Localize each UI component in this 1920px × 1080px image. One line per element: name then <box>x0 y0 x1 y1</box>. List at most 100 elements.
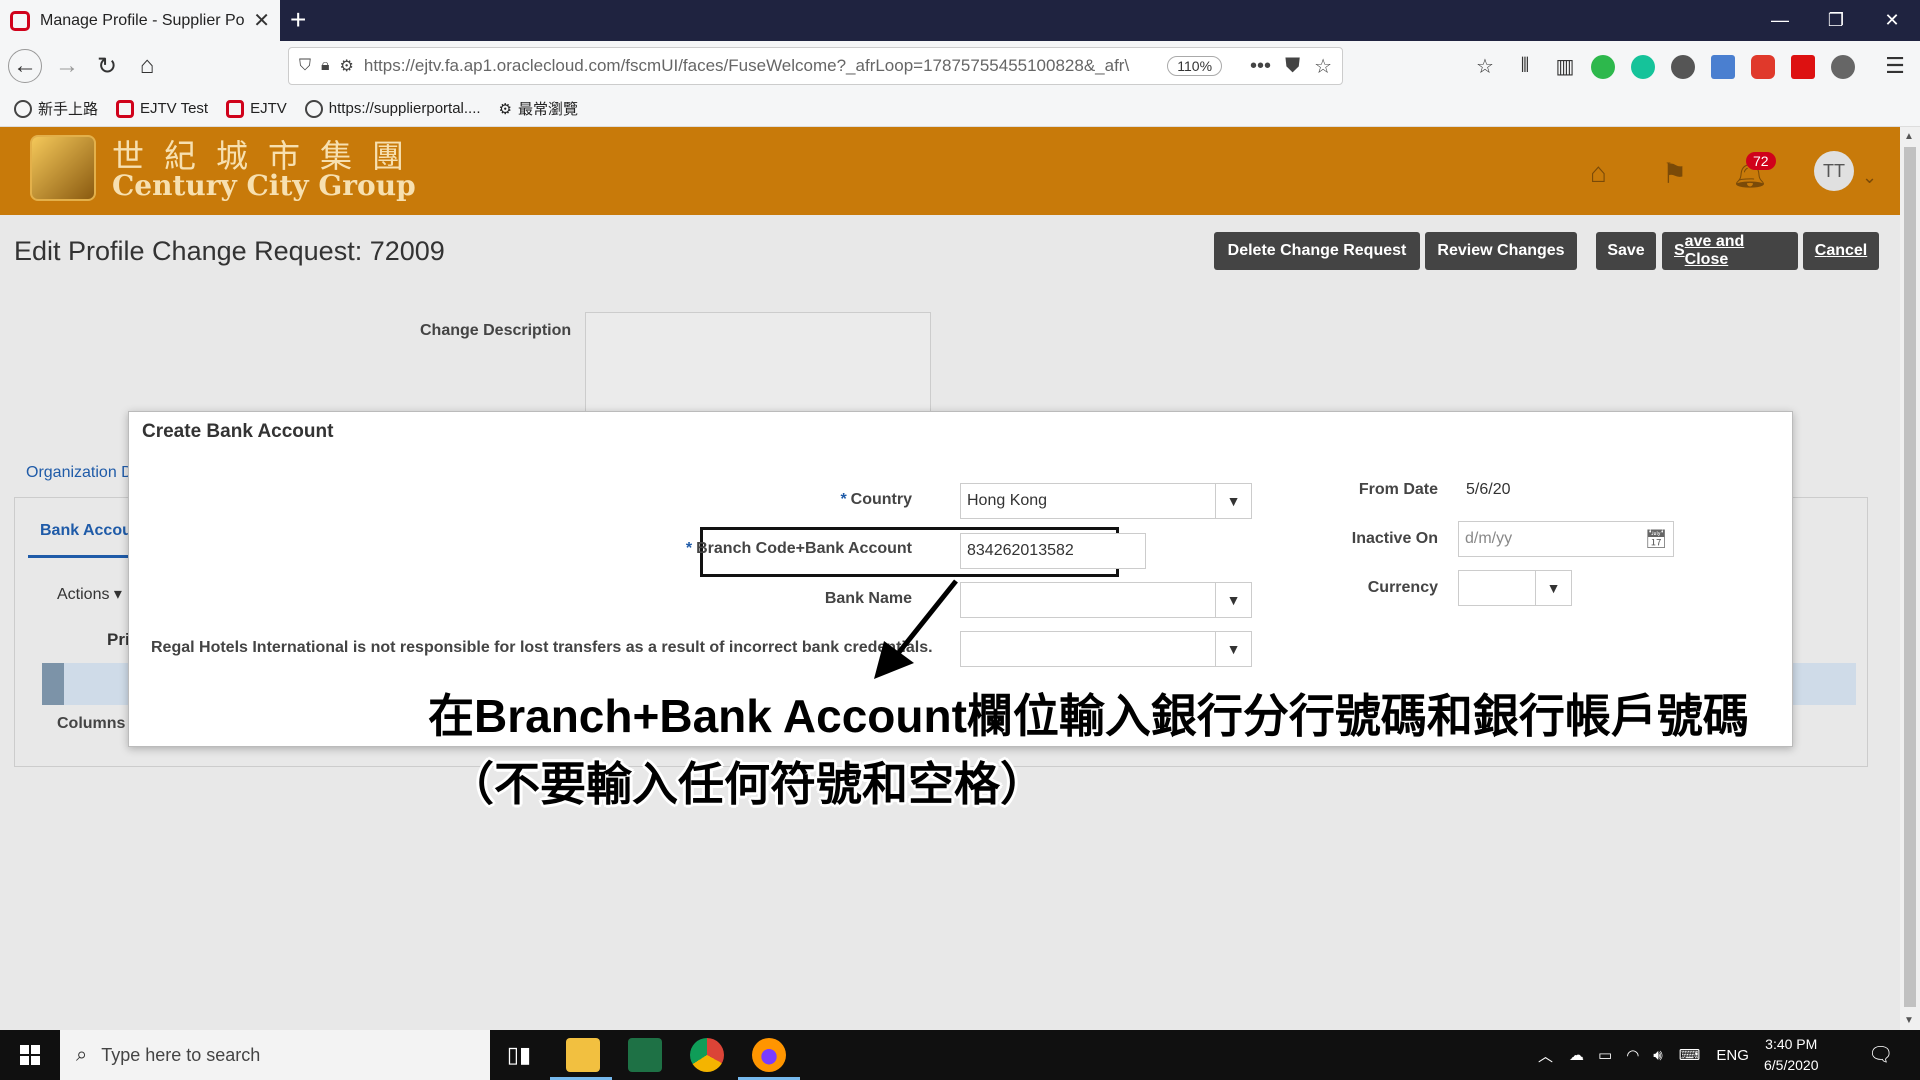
onedrive-icon[interactable]: ☁ <box>1569 1046 1584 1064</box>
dropdown-icon[interactable]: ▼ <box>1215 583 1251 617</box>
flag-icon[interactable]: ⚑ <box>1662 157 1687 190</box>
organization-details-link[interactable]: Organization D <box>26 464 133 482</box>
currency-label: Currency <box>1367 579 1438 596</box>
back-icon[interactable]: ← <box>8 49 42 83</box>
branch-code-bank-account-label: * Branch Code+Bank Account <box>685 540 912 557</box>
change-description-input[interactable] <box>585 312 931 412</box>
keyboard-icon[interactable]: ⌨ <box>1679 1046 1701 1064</box>
column-header-primary: Pri <box>107 630 130 649</box>
currency-select[interactable]: ▼ <box>1458 570 1572 606</box>
chevron-down-icon[interactable]: ⌄ <box>1862 167 1877 188</box>
url-bar[interactable]: ⛉ 🔒︎ ⚙ https://ejtv.fa.ap1.oraclecloud.c… <box>288 47 1343 85</box>
save-button[interactable]: Save <box>1596 232 1656 270</box>
required-marker: * <box>840 491 847 508</box>
oracle-icon <box>116 99 135 118</box>
firefox-icon[interactable] <box>752 1038 786 1072</box>
tab-bank-accounts[interactable]: Bank Accou <box>40 522 132 540</box>
scroll-up-icon[interactable]: ▲ <box>1904 131 1914 142</box>
grammarly-icon[interactable] <box>1631 55 1655 79</box>
pocket-icon[interactable]: ⛊ <box>1285 55 1300 78</box>
branch-select[interactable]: ▼ <box>960 631 1252 667</box>
window-close-icon[interactable]: ✕ <box>1864 0 1920 41</box>
dropdown-icon[interactable]: ▼ <box>1215 484 1251 518</box>
country-select[interactable]: Hong Kong ▼ <box>960 483 1252 519</box>
cancel-button[interactable]: Cancel <box>1803 232 1879 270</box>
close-tab-icon[interactable]: ✕ <box>253 8 270 33</box>
scrollbar-thumb[interactable] <box>1904 147 1916 1007</box>
library-icon[interactable]: ⫴ <box>1508 49 1542 83</box>
bookmark-item[interactable]: ⚙ 最常瀏覽 <box>499 98 578 119</box>
battery-icon[interactable]: ▭ <box>1598 1046 1612 1064</box>
clock-date: 6/5/2020 <box>1764 1057 1819 1073</box>
home-icon[interactable]: ⌂ <box>130 49 164 83</box>
inactive-on-input[interactable]: d/m/yy 📅︎ <box>1458 521 1674 557</box>
inactive-on-label: Inactive On <box>1351 530 1438 547</box>
globe-icon <box>14 99 32 118</box>
action-center-icon[interactable]: 🗨︎ <box>1868 1042 1893 1067</box>
wifi-icon[interactable]: ◠ <box>1626 1046 1639 1064</box>
menu-icon[interactable]: ☰ <box>1878 49 1912 83</box>
browser-tab[interactable]: Manage Profile - Supplier Porta ✕ <box>0 0 280 41</box>
disclaimer-text: Regal Hotels International is not respon… <box>151 639 933 656</box>
dropdown-icon[interactable]: ▼ <box>1535 571 1571 605</box>
columns-label[interactable]: Columns <box>57 715 125 733</box>
url-text[interactable]: https://ejtv.fa.ap1.oraclecloud.com/fscm… <box>364 56 1153 76</box>
forward-icon[interactable]: → <box>50 49 84 83</box>
system-clock[interactable]: 3:40 PM 6/5/2020 <box>1764 1034 1819 1076</box>
file-explorer-icon[interactable] <box>566 1038 600 1072</box>
cancel-mnemonic: C <box>1814 242 1827 259</box>
start-button[interactable] <box>0 1030 60 1080</box>
lock-icon[interactable]: 🔒︎ <box>321 57 330 75</box>
row-selector <box>42 663 64 705</box>
minimize-icon[interactable]: — <box>1752 0 1808 41</box>
oracle-favicon-icon <box>10 10 30 31</box>
windows-taskbar: ⌕ Type here to search ▯▮ ︿ ☁ ▭ ◠ 🔊︎ ⌨ EN… <box>0 1030 1920 1080</box>
restore-icon[interactable]: ❐ <box>1808 0 1864 41</box>
zoom-level[interactable]: 110% <box>1167 56 1223 76</box>
pdf-ext-icon[interactable] <box>1791 55 1815 79</box>
chrome-icon[interactable] <box>690 1038 724 1072</box>
branch-code-bank-account-input[interactable]: 834262013582 <box>960 533 1146 569</box>
more-actions-icon[interactable]: ••• <box>1250 55 1271 78</box>
actions-menu[interactable]: Actions ▾ <box>57 584 122 604</box>
extension-check-icon[interactable] <box>1591 55 1615 79</box>
bookmark-item[interactable]: https://supplierportal.... <box>304 99 481 118</box>
home-icon[interactable]: ⌂ <box>1590 157 1607 189</box>
bookmark-item[interactable]: 新手上路 <box>14 98 98 119</box>
bank-name-select[interactable]: ▼ <box>960 582 1252 618</box>
task-view-icon[interactable]: ▯▮ <box>502 1038 536 1072</box>
save-close-label: ave and Close <box>1684 233 1745 268</box>
bookmark-item[interactable]: EJTV Test <box>116 99 208 118</box>
account-icon[interactable] <box>1671 55 1695 79</box>
scroll-down-icon[interactable]: ▼ <box>1904 1015 1914 1026</box>
delete-change-request-button[interactable]: Delete Change Request <box>1214 232 1420 270</box>
reading-list-icon[interactable]: ☆ <box>1468 49 1502 83</box>
taskbar-search[interactable]: ⌕ Type here to search <box>60 1030 490 1080</box>
windows-logo-icon <box>20 1045 40 1065</box>
volume-icon[interactable]: 🔊︎ <box>1653 1047 1662 1064</box>
reload-icon[interactable]: ↻ <box>90 49 124 83</box>
shield-icon[interactable]: ⛉ <box>299 57 311 75</box>
from-date-label: From Date <box>1358 481 1438 498</box>
calendar-icon[interactable]: 📅︎ <box>1639 529 1673 550</box>
permissions-icon[interactable]: ⚙ <box>340 56 354 76</box>
required-marker: * <box>685 540 693 557</box>
review-changes-button[interactable]: Review Changes <box>1425 232 1577 270</box>
page-scrollbar[interactable]: ▲ ▼ <box>1900 127 1920 1030</box>
chevron-up-icon[interactable]: ︿ <box>1538 1045 1553 1066</box>
save-and-close-button[interactable]: Save and Close <box>1662 232 1798 270</box>
language-indicator[interactable]: ENG <box>1716 1047 1749 1064</box>
avatar[interactable]: TT <box>1814 151 1854 191</box>
sidebar-icon[interactable]: ▥ <box>1548 49 1582 83</box>
bookmark-star-icon[interactable]: ☆ <box>1314 54 1332 79</box>
excel-icon[interactable] <box>628 1038 662 1072</box>
shield-ext-icon[interactable] <box>1751 55 1775 79</box>
bookmark-item[interactable]: EJTV <box>226 99 287 118</box>
annotation-callout-line1: 在Branch+Bank Account欄位輸入銀行分行號碼和銀行帳戶號碼 <box>428 690 1749 742</box>
bookmark-ext-icon[interactable] <box>1711 55 1735 79</box>
oracle-icon <box>226 99 245 118</box>
company-logo-icon <box>30 135 96 201</box>
extension-icon[interactable] <box>1831 55 1855 79</box>
dropdown-icon[interactable]: ▼ <box>1215 632 1251 666</box>
new-tab-icon[interactable]: + <box>290 4 306 36</box>
